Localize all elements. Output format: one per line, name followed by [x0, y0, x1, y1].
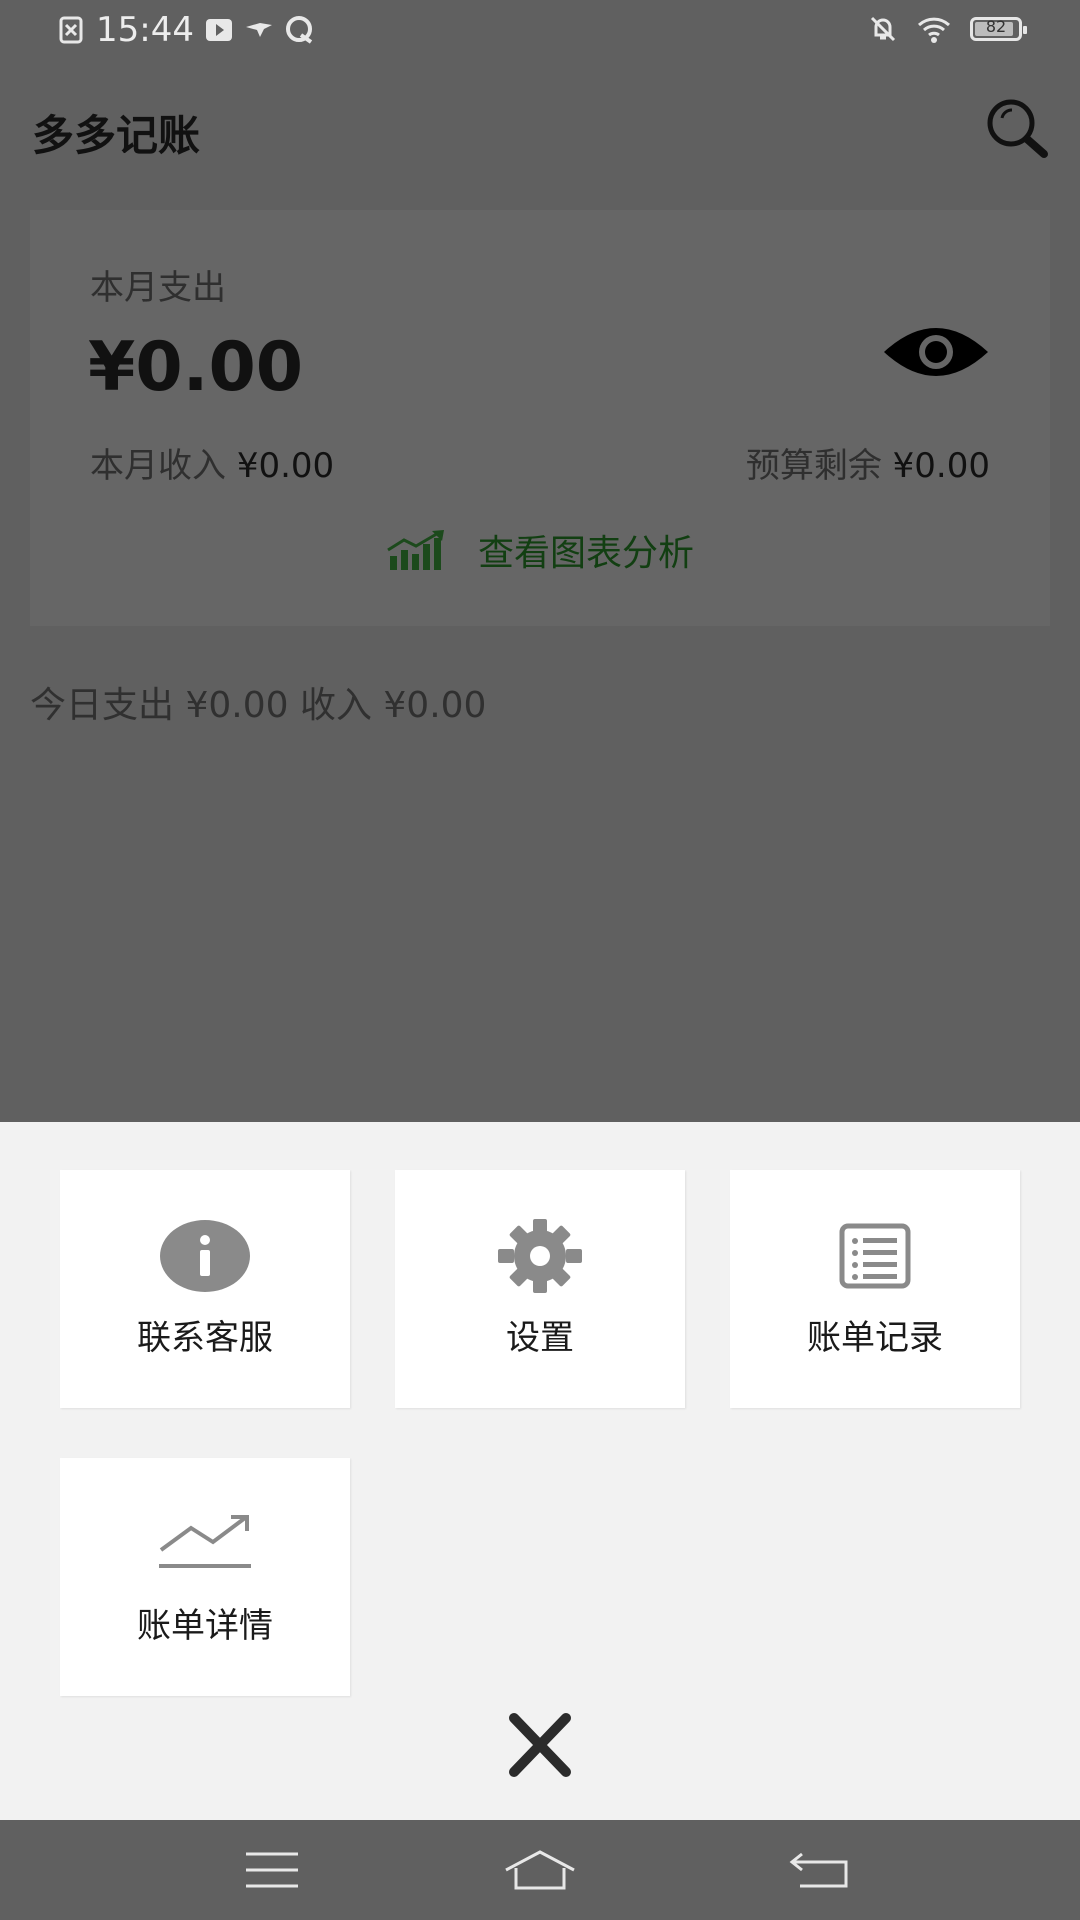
- gear-icon: [498, 1219, 582, 1293]
- budget-value: ¥0.00: [892, 446, 990, 486]
- app-title: 多多记账: [32, 111, 201, 160]
- bird-icon: [245, 23, 272, 37]
- today-summary: 今日支出 ¥0.00 收入 ¥0.00: [30, 685, 487, 726]
- status-right: 82: [868, 14, 1027, 44]
- list-icon: [839, 1223, 911, 1289]
- bell-off-icon: [870, 16, 896, 42]
- battery-level: 82: [985, 17, 1007, 36]
- month-income-value: ¥0.00: [236, 446, 335, 486]
- month-income: 本月收入 ¥0.00: [90, 438, 334, 487]
- close-box-icon: [59, 16, 83, 44]
- status-bar: 15:44 82: [0, 0, 1080, 64]
- menu-item-settings[interactable]: 设置: [395, 1170, 685, 1408]
- budget-label: 预算剩余: [745, 446, 882, 486]
- chart-link-label: 查看图表分析: [477, 533, 694, 574]
- menu-item-bill-records[interactable]: 账单记录: [730, 1170, 1020, 1408]
- menu-item-customer-service[interactable]: 联系客服: [60, 1170, 350, 1408]
- status-time: 15:44: [96, 10, 194, 50]
- summary-card: 本月支出 ¥0.00 本月收入 ¥0.00 预算剩余 ¥0.00 查看图表分析: [30, 210, 1050, 626]
- navigation-bar: [0, 1820, 1080, 1920]
- menu-item-label: 账单详情: [137, 1606, 273, 1646]
- budget-remaining: 预算剩余 ¥0.00: [746, 438, 990, 487]
- app-bar: 多多记账: [0, 64, 1080, 192]
- eye-icon[interactable]: [882, 322, 990, 382]
- wifi-icon: [917, 17, 951, 43]
- menu-item-label: 设置: [506, 1318, 574, 1358]
- search-icon[interactable]: [982, 94, 1052, 164]
- bar-chart-icon: [387, 530, 444, 570]
- chat-icon: [285, 16, 313, 44]
- menu-icon[interactable]: [232, 1848, 312, 1892]
- menu-item-label: 联系客服: [137, 1318, 273, 1358]
- month-income-label: 本月收入: [90, 446, 226, 486]
- screen: 15:44 82 多多记账 本月支出 ¥0.00 本月收入 ¥0.00 预算剩余…: [0, 0, 1080, 1920]
- menu-item-label: 账单记录: [807, 1318, 943, 1358]
- menu-item-bill-details[interactable]: 账单详情: [60, 1458, 350, 1696]
- month-expense-label: 本月支出: [90, 268, 226, 308]
- back-icon[interactable]: [780, 1848, 860, 1892]
- info-icon: [160, 1220, 250, 1292]
- close-icon[interactable]: [500, 1710, 580, 1780]
- month-expense-value: ¥0.00: [88, 328, 304, 407]
- battery-icon: 82: [970, 17, 1027, 41]
- play-icon: [205, 19, 232, 41]
- trend-icon: [159, 1515, 251, 1568]
- home-icon[interactable]: [500, 1848, 580, 1892]
- chart-analysis-link[interactable]: 查看图表分析: [30, 520, 1050, 580]
- status-left: 15:44: [56, 10, 314, 50]
